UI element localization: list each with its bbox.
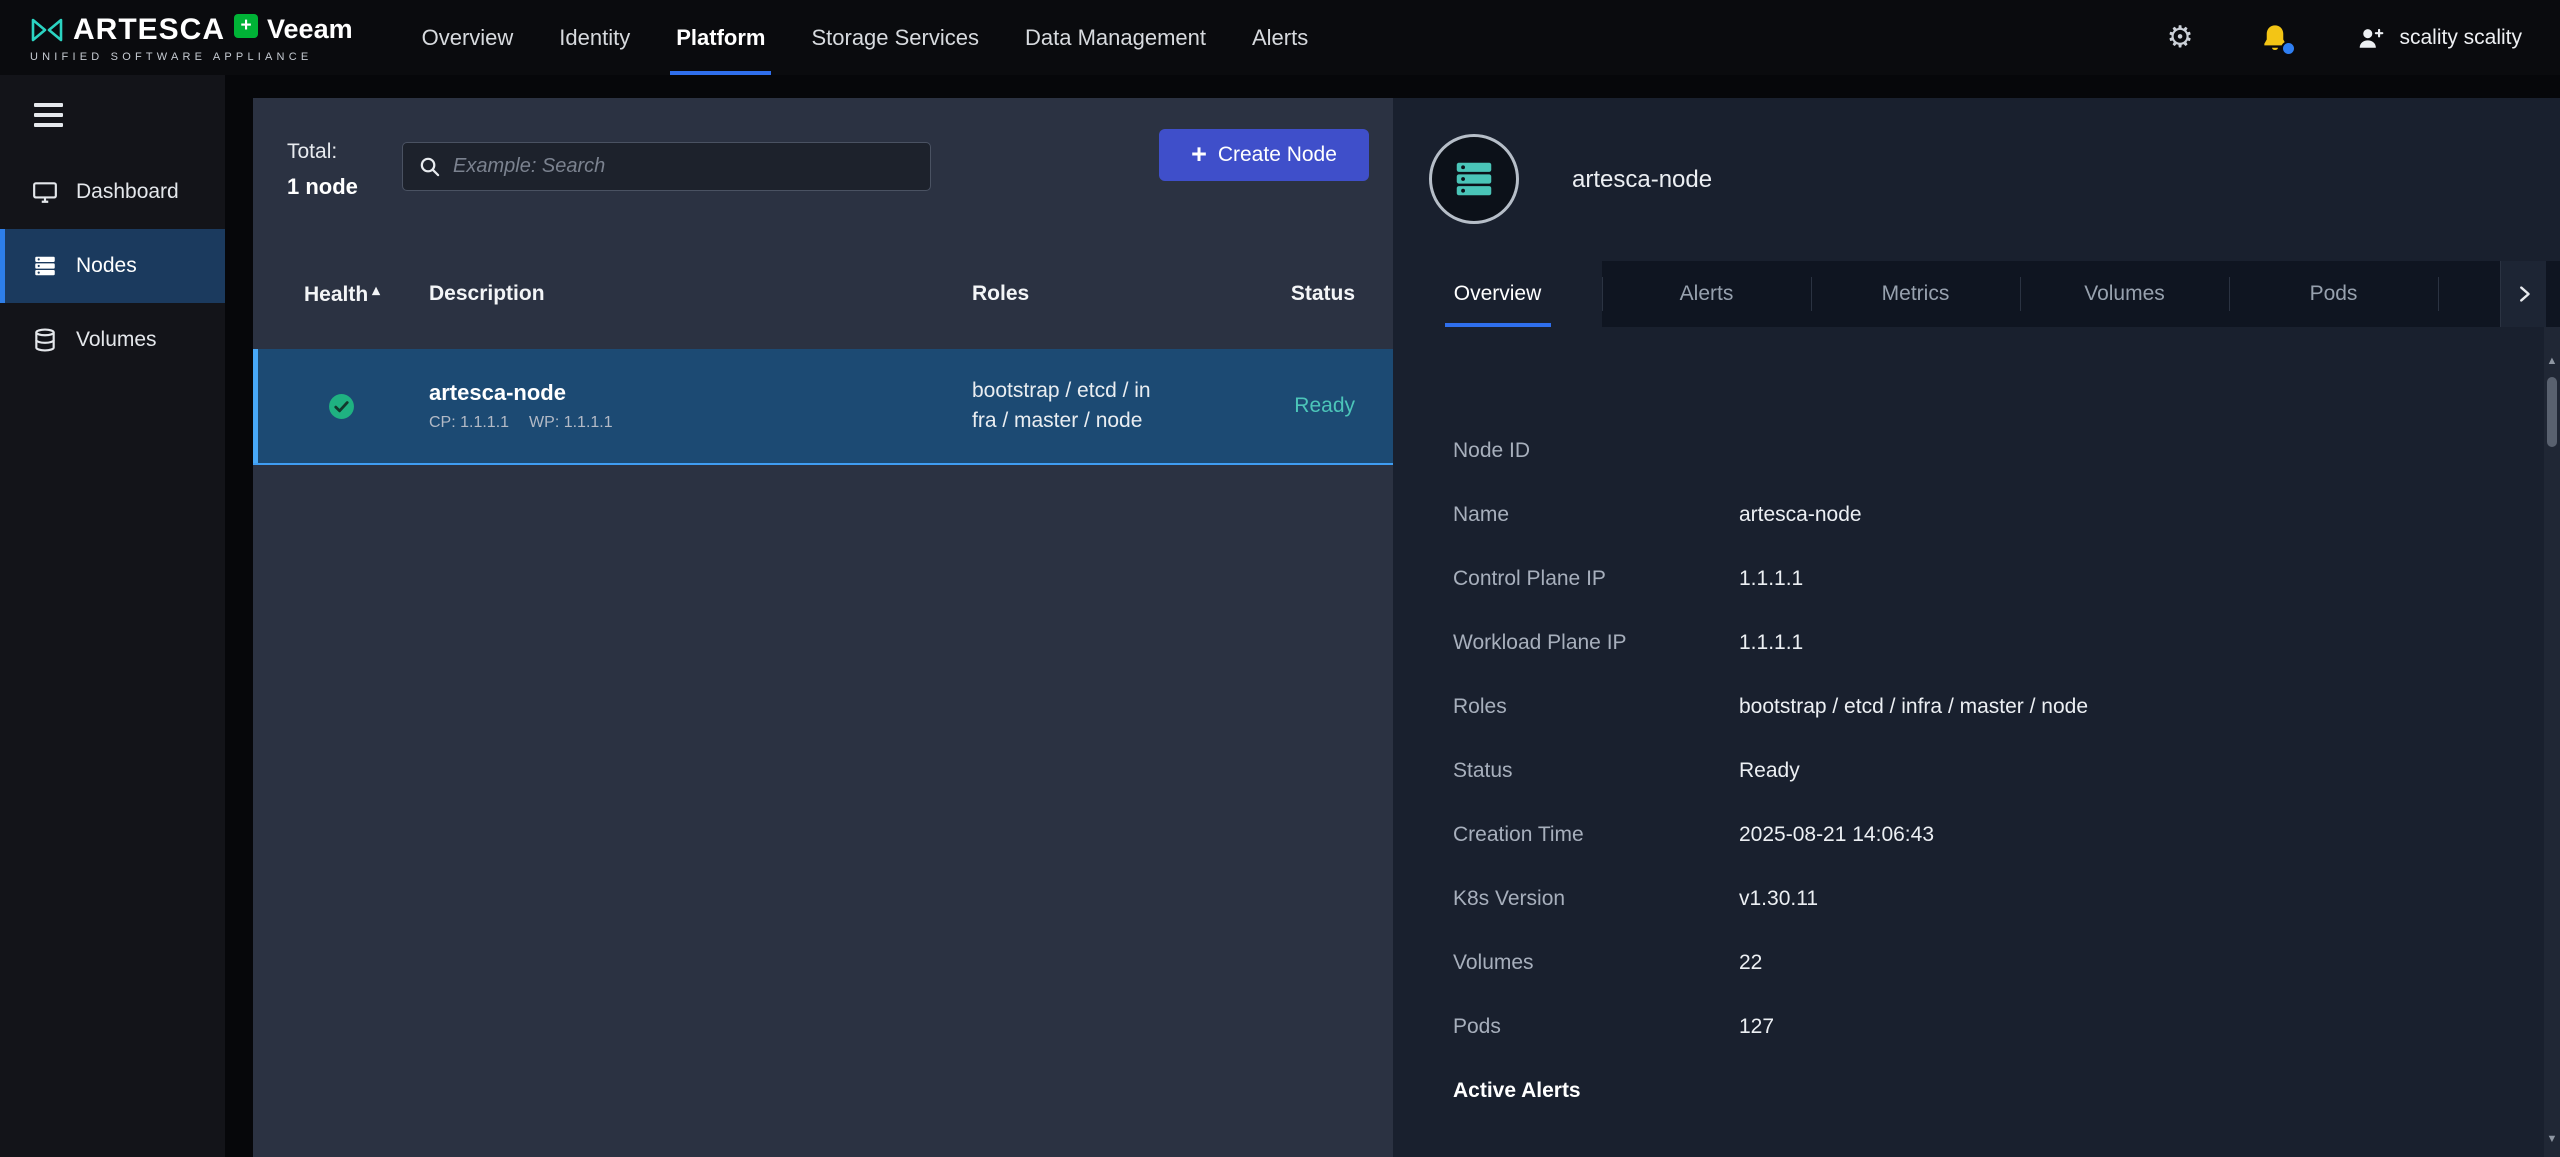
gear-icon[interactable]: ⚙: [2167, 23, 2194, 53]
user-menu[interactable]: scality scality: [2357, 25, 2522, 51]
field-control-plane-ip: Control Plane IP 1.1.1.1: [1453, 547, 2544, 611]
brand-name: ARTESCA: [73, 13, 225, 47]
create-node-button[interactable]: + Create Node: [1159, 129, 1369, 181]
sidebar: Dashboard Nodes Volumes: [0, 75, 225, 1157]
column-header-health[interactable]: Health▴: [253, 281, 429, 307]
active-alerts-heading: Active Alerts: [1453, 1059, 2544, 1123]
tab-alerts[interactable]: Alerts: [1602, 261, 1811, 327]
node-meta: CP: 1.1.1.1 WP: 1.1.1.1: [429, 414, 972, 432]
nav-platform[interactable]: Platform: [653, 0, 788, 75]
menu-icon: [34, 103, 63, 127]
notification-dot: [2281, 41, 2296, 56]
tabs-scroll-right-button[interactable]: [2500, 261, 2546, 327]
tab-volumes[interactable]: Volumes: [2020, 261, 2229, 327]
tabs-overflow-area: [2438, 261, 2560, 327]
node-detail-panel: artesca-node Overview Alerts Metrics Vol…: [1393, 98, 2560, 1157]
sort-asc-icon: ▴: [372, 282, 380, 299]
detail-tabs: Overview Alerts Metrics Volumes Pods: [1393, 261, 2560, 327]
plus-icon: +: [1191, 141, 1207, 168]
nav-alerts[interactable]: Alerts: [1229, 0, 1331, 75]
node-table-header: Health▴ Description Roles Status: [253, 269, 1393, 319]
field-name: Name artesca-node: [1453, 483, 2544, 547]
user-icon: [2357, 25, 2385, 51]
field-node-id: Node ID: [1453, 419, 2544, 483]
nav-data-management[interactable]: Data Management: [1002, 0, 1229, 75]
field-pods: Pods 127: [1453, 995, 2544, 1059]
create-node-label: Create Node: [1218, 143, 1337, 167]
field-creation-time: Creation Time 2025-08-21 14:06:43: [1453, 803, 2544, 867]
health-cell: [253, 393, 429, 420]
volumes-stack-icon: [32, 327, 58, 353]
tab-metrics[interactable]: Metrics: [1811, 261, 2020, 327]
node-avatar: [1429, 134, 1519, 224]
notifications-bell-icon[interactable]: [2259, 22, 2291, 54]
field-status: Status Ready: [1453, 739, 2544, 803]
chevron-right-icon: [2513, 283, 2535, 305]
workload-plane-ip: WP: 1.1.1.1: [529, 414, 613, 432]
main-nav: Overview Identity Platform Storage Servi…: [399, 0, 1332, 75]
scrollbar-thumb[interactable]: [2547, 377, 2557, 447]
field-k8s-version: K8s Version v1.30.11: [1453, 867, 2544, 931]
field-volumes: Volumes 22: [1453, 931, 2544, 995]
column-header-status[interactable]: Status: [1257, 282, 1393, 306]
node-list-panel: Total: 1 node + Create Node Health▴ Desc…: [253, 98, 1393, 1157]
sidebar-item-label: Dashboard: [76, 180, 179, 204]
user-name: scality scality: [2399, 26, 2522, 50]
roles-cell: bootstrap / etcd / infra / master / node: [972, 376, 1257, 437]
nodes-server-icon: [32, 253, 58, 279]
scroll-down-arrow-icon[interactable]: ▼: [2544, 1133, 2560, 1145]
brand-subtitle: UNIFIED SOFTWARE APPLIANCE: [30, 51, 353, 63]
sidebar-item-label: Nodes: [76, 254, 137, 278]
nav-identity[interactable]: Identity: [536, 0, 653, 75]
dashboard-monitor-icon: [32, 179, 58, 205]
sidebar-item-nodes[interactable]: Nodes: [0, 229, 225, 303]
column-header-description[interactable]: Description: [429, 282, 972, 306]
nav-overview[interactable]: Overview: [399, 0, 537, 75]
sidebar-item-label: Volumes: [76, 328, 157, 352]
server-icon: [1451, 156, 1497, 202]
field-roles: Roles bootstrap / etcd / infra / master …: [1453, 675, 2544, 739]
detail-scrollbar[interactable]: ▲ ▼: [2544, 327, 2560, 1157]
veeam-wordmark: Veeam: [267, 14, 353, 45]
node-name: artesca-node: [429, 380, 972, 406]
node-table-row[interactable]: artesca-node CP: 1.1.1.1 WP: 1.1.1.1 boo…: [253, 349, 1393, 465]
control-plane-ip: CP: 1.1.1.1: [429, 414, 509, 432]
search-icon: [418, 155, 441, 178]
sidebar-item-volumes[interactable]: Volumes: [0, 303, 225, 377]
topbar-right: ⚙ scality scality: [2167, 0, 2522, 75]
brand-logo: ARTESCA + Veeam UNIFIED SOFTWARE APPLIAN…: [30, 13, 353, 63]
search-input[interactable]: [453, 155, 915, 178]
total-label: Total:: [287, 140, 337, 164]
nav-storage-services[interactable]: Storage Services: [788, 0, 1002, 75]
veeam-plus-badge: +: [234, 14, 258, 38]
status-cell: Ready: [1257, 394, 1393, 418]
health-ok-icon: [328, 393, 355, 420]
tab-overview[interactable]: Overview: [1393, 261, 1602, 327]
sidebar-collapse-button[interactable]: [0, 75, 225, 155]
sidebar-item-dashboard[interactable]: Dashboard: [0, 155, 225, 229]
node-search: [402, 142, 931, 191]
detail-node-title: artesca-node: [1572, 98, 1712, 261]
scroll-up-arrow-icon[interactable]: ▲: [2544, 355, 2560, 367]
node-overview-content: Node ID Name artesca-node Control Plane …: [1393, 327, 2544, 1157]
topbar: ARTESCA + Veeam UNIFIED SOFTWARE APPLIAN…: [0, 0, 2560, 75]
column-header-roles[interactable]: Roles: [972, 282, 1257, 306]
artesca-bowtie-icon: [30, 17, 64, 43]
tab-pods[interactable]: Pods: [2229, 261, 2438, 327]
field-workload-plane-ip: Workload Plane IP 1.1.1.1: [1453, 611, 2544, 675]
total-count: 1 node: [287, 174, 358, 200]
description-cell: artesca-node CP: 1.1.1.1 WP: 1.1.1.1: [429, 380, 972, 432]
